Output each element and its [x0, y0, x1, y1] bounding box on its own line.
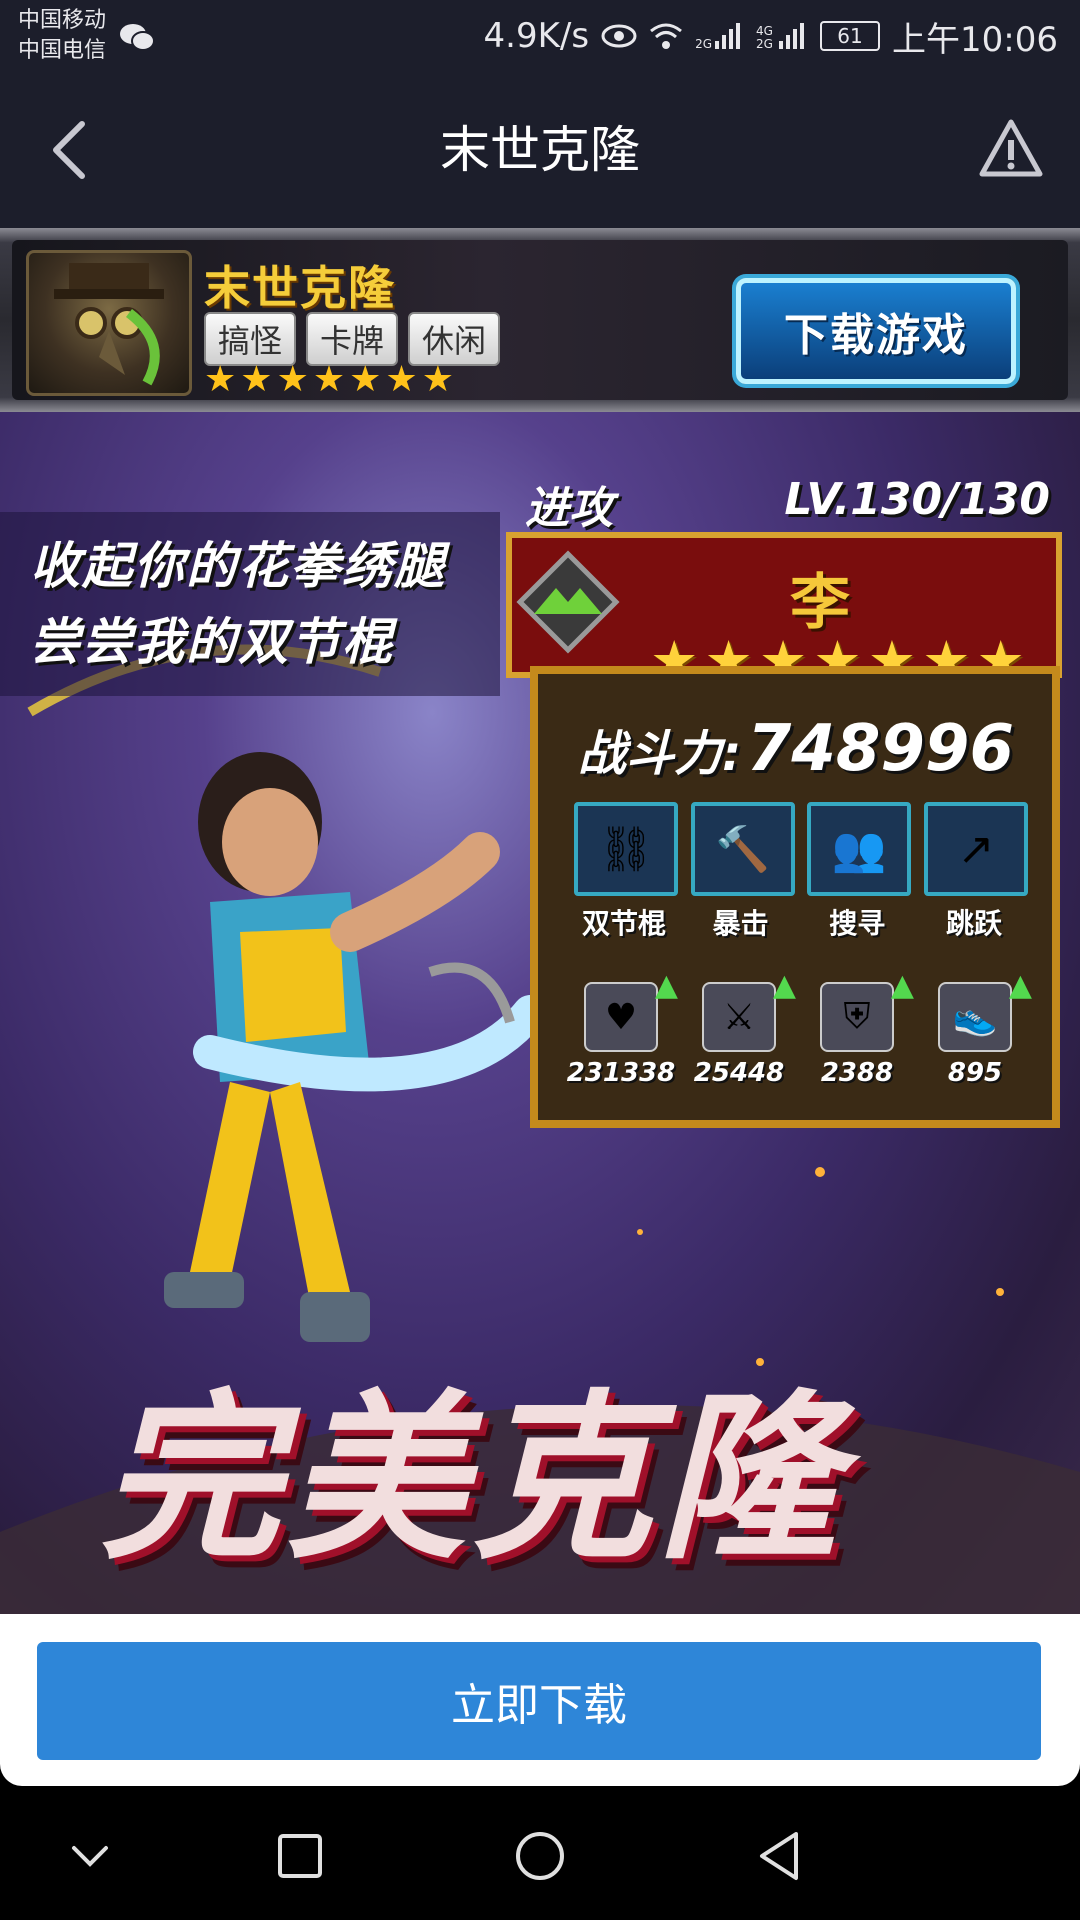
combat-power-value: 748996 — [746, 712, 1014, 786]
download-panel: 立即下载 — [0, 1614, 1080, 1786]
wechat-icon — [120, 24, 155, 51]
battery-icon: 61 — [820, 21, 881, 51]
combat-power-label: 战斗力: — [578, 726, 742, 782]
download-game-button[interactable]: 下载游戏 — [736, 278, 1016, 384]
stat-value: 231338 — [566, 1058, 676, 1088]
app-header: 末世克隆 — [0, 72, 1080, 228]
carrier-info: 中国移动 中国电信 — [18, 6, 106, 66]
status-right: 4.9K/s 2G 4G 2G 61 上午10:06 — [484, 12, 1058, 60]
clock: 上午10:06 — [892, 19, 1058, 60]
star-icon: ★ — [421, 359, 454, 400]
slogan-line-1: 收起你的花拳绣腿 — [30, 537, 446, 595]
stat-item: ⛨ ▲ 2388 — [802, 968, 914, 1088]
recent-apps-icon[interactable] — [270, 1826, 330, 1886]
promo-image: 收起你的花拳绣腿 尝尝我的双节棍 进攻 LV.130/130 李 ★ ★ ★ ★ ★ ★ ★… — [0, 412, 1080, 1614]
hide-keyboard-chevron-icon[interactable] — [60, 1826, 120, 1886]
stat-value: 25448 — [693, 1058, 785, 1088]
stat-list: ♥ ▲ 231338 ⚔ ▲ 25448 ⛨ ▲ 2388 👟 ▲ 895 — [566, 968, 1032, 1088]
sword-icon: ⚔ ▲ — [702, 968, 796, 1052]
wifi-icon — [650, 23, 683, 49]
network-type-1: 2G — [695, 37, 713, 51]
system-nav-bar — [0, 1786, 1080, 1920]
skill-item: ⛓ 双节棍 — [574, 802, 678, 942]
star-icon: ★ — [276, 359, 309, 400]
carrier-1: 中国移动 — [18, 8, 107, 33]
skill-label: 暴击 — [712, 907, 769, 940]
star-icon: ★ — [312, 359, 346, 400]
home-icon[interactable] — [510, 1826, 570, 1886]
stat-item: 👟 ▲ 895 — [920, 968, 1032, 1088]
stat-value: 895 — [947, 1058, 1003, 1088]
promo-big-title: 完美克隆 — [100, 1375, 845, 1584]
back-triangle-icon[interactable] — [750, 1826, 810, 1886]
attack-class-icon — [516, 550, 620, 654]
game-banner-inner: 末世克隆 搞怪 卡牌 休闲 ★ ★ ★ ★ ★ ★ ★ 下载游戏 — [12, 240, 1068, 400]
upgrade-arrow-icon: ▲ — [654, 968, 678, 1003]
slogan-line-2: 尝尝我的双节棍 — [30, 613, 394, 671]
signal-icon-2: 4G 2G — [756, 21, 808, 51]
skill-item: 🔨 暴击 — [690, 802, 795, 942]
download-now-button[interactable]: 立即下载 — [37, 1642, 1041, 1760]
skill-label: 双节棍 — [581, 907, 666, 940]
hero-name: 李 — [790, 568, 850, 638]
level-label: LV.130/130 — [784, 474, 1050, 525]
upgrade-arrow-icon: ▲ — [890, 968, 914, 1003]
upgrade-arrow-icon: ▲ — [1008, 968, 1032, 1003]
skill-label: 搜寻 — [829, 907, 886, 940]
eye-icon — [601, 24, 637, 48]
game-icon — [26, 250, 192, 396]
signal-icon-1: 2G — [695, 21, 744, 51]
tag: 休闲 — [408, 312, 501, 366]
stat-item: ⚔ ▲ 25448 — [684, 968, 796, 1088]
page-title: 末世克隆 — [440, 121, 640, 179]
game-banner[interactable]: 末世克隆 搞怪 卡牌 休闲 ★ ★ ★ ★ ★ ★ ★ 下载游戏 — [0, 228, 1080, 412]
report-warning-icon[interactable] — [978, 116, 1044, 182]
net-speed: 4.9K/s — [483, 16, 590, 56]
search-people-icon: 👥 — [807, 802, 912, 896]
skill-list: ⛓ 双节棍 🔨 暴击 👥 搜寻 ↗ 跳跃 — [574, 802, 1028, 942]
star-icon: ★ — [240, 359, 273, 400]
status-bar: 中国移动 中国电信 4.9K/s 2G 4G 2G 61 上午10:06 — [0, 0, 1080, 72]
skill-item: ↗ 跳跃 — [923, 802, 1028, 942]
hero-character — [164, 752, 547, 1342]
skill-label: 跳跃 — [945, 907, 1002, 940]
network-type-2: 4G 2G — [756, 24, 773, 51]
upgrade-arrow-icon: ▲ — [772, 968, 796, 1003]
stat-value: 2388 — [820, 1058, 894, 1088]
hammer-icon: 🔨 — [690, 802, 795, 896]
star-icon: ★ — [349, 359, 382, 400]
heart-icon: ♥ ▲ — [584, 968, 678, 1052]
stat-item: ♥ ▲ 231338 — [566, 968, 678, 1088]
shield-icon: ⛨ ▲ — [820, 968, 914, 1052]
tag-list: 搞怪 卡牌 休闲 — [204, 312, 501, 366]
skill-item: 👥 搜寻 — [807, 802, 912, 942]
carrier-2: 中国电信 — [18, 38, 107, 63]
tag: 搞怪 — [204, 312, 297, 366]
nunchaku-icon: ⛓ — [574, 802, 678, 896]
slogan: 收起你的花拳绣腿 尝尝我的双节棍 — [0, 512, 500, 696]
combat-power: 战斗力: 748996 — [578, 712, 1014, 786]
tag: 卡牌 — [306, 312, 399, 366]
banner-game-name: 末世克隆 — [204, 261, 396, 315]
shoe-icon: 👟 ▲ — [938, 968, 1032, 1052]
jump-icon: ↗ — [923, 802, 1028, 896]
star-icon: ★ — [204, 359, 237, 400]
type-label: 进攻 — [525, 483, 613, 534]
rating-stars: ★ ★ ★ ★ ★ ★ ★ — [204, 362, 454, 398]
star-icon: ★ — [385, 359, 418, 400]
